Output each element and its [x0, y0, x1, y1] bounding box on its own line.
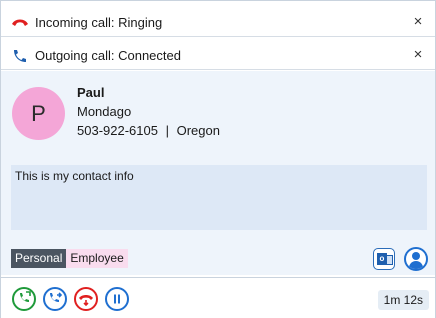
contact-company: Mondago: [77, 104, 132, 119]
incoming-call-status: Incoming call: Ringing: [35, 15, 163, 30]
outgoing-call-bar[interactable]: Outgoing call: Connected ×: [1, 42, 435, 70]
tag-employee: Employee: [66, 249, 128, 268]
hangup-phone-icon: [12, 19, 28, 26]
call-toolbar: 1m 12s: [1, 277, 435, 318]
contact-note: This is my contact info: [11, 165, 427, 230]
contact-name: Paul: [77, 85, 105, 100]
call-timer: 1m 12s: [377, 290, 429, 310]
answer-button[interactable]: [12, 287, 36, 311]
answer-call-icon: [20, 291, 31, 302]
contact-tags: Personal Employee: [11, 249, 128, 268]
contact-info: Paul Mondago 503-922-6105 | Oregon: [77, 83, 220, 140]
contact-button[interactable]: [404, 247, 428, 271]
hold-button[interactable]: [105, 287, 129, 311]
contact-details-line: 503-922-6105 | Oregon: [77, 121, 220, 140]
hangup-call-icon: [79, 295, 93, 307]
outgoing-call-status: Outgoing call: Connected: [35, 48, 181, 63]
contact-person-body: [409, 261, 423, 269]
outlook-icon: o: [377, 253, 387, 265]
contact-panel: P Paul Mondago 503-922-6105 | Oregon Thi…: [1, 71, 435, 275]
transfer-button[interactable]: [43, 287, 67, 311]
tag-personal: Personal: [11, 249, 67, 268]
avatar: P: [12, 87, 65, 140]
pause-icon: [114, 294, 120, 304]
transfer-call-icon: [50, 292, 63, 302]
contact-region: Oregon: [176, 123, 220, 138]
outlook-button[interactable]: o: [373, 248, 395, 270]
close-icon[interactable]: ×: [409, 13, 427, 31]
incoming-call-bar[interactable]: Incoming call: Ringing ×: [1, 9, 435, 37]
contact-person-icon: [412, 252, 420, 260]
contact-phone[interactable]: 503-922-6105: [77, 123, 158, 138]
close-icon[interactable]: ×: [409, 46, 427, 64]
call-window: Incoming call: Ringing × Outgoing call: …: [0, 0, 436, 318]
phone-icon: [14, 49, 26, 62]
hangup-button[interactable]: [74, 287, 98, 311]
contact-separator: |: [165, 123, 169, 138]
